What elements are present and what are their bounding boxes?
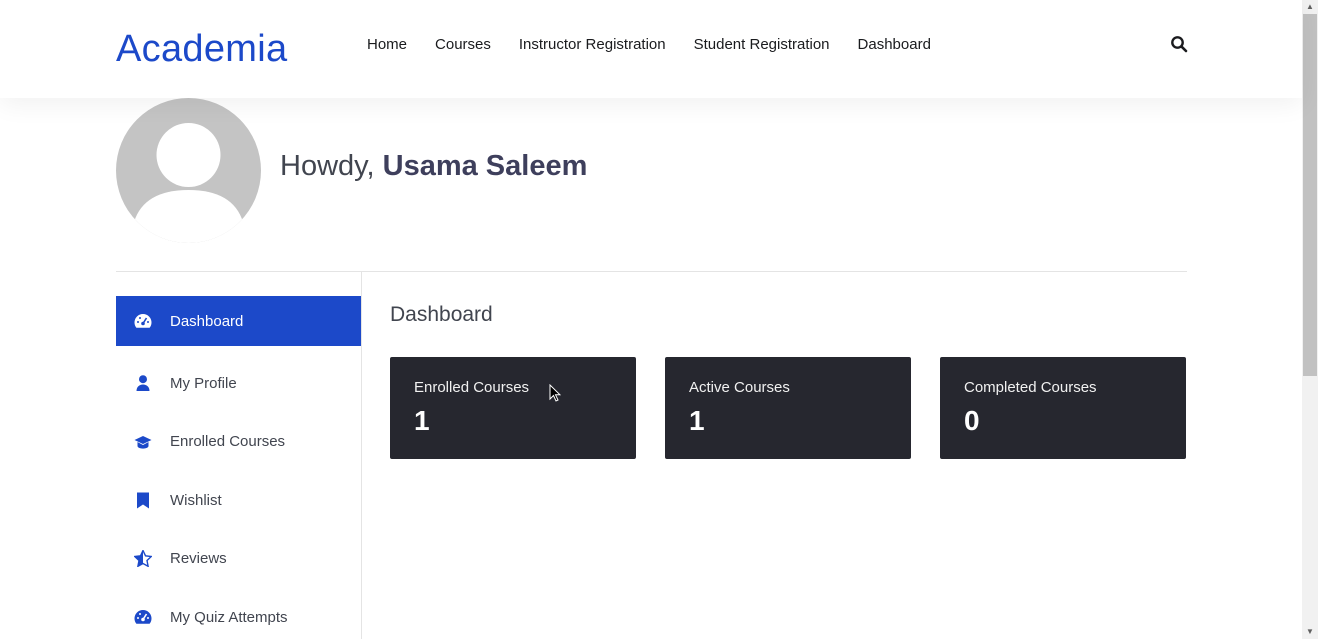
page-title: Dashboard [390, 303, 493, 326]
stat-card-enrolled: Enrolled Courses 1 [390, 357, 636, 459]
stat-card-active: Active Courses 1 [665, 357, 911, 459]
stat-card-value: 0 [964, 405, 980, 436]
stat-card-completed: Completed Courses 0 [940, 357, 1186, 459]
sidebar-item-my-profile[interactable]: My Profile [116, 354, 361, 413]
sidebar-item-reviews[interactable]: Reviews [116, 530, 361, 589]
scrollbar-thumb[interactable] [1303, 14, 1317, 376]
stat-card-value: 1 [414, 405, 430, 436]
nav-dashboard[interactable]: Dashboard [858, 36, 931, 54]
sidebar-item-wishlist[interactable]: Wishlist [116, 471, 361, 530]
site-logo[interactable]: Academia [116, 28, 287, 71]
site-header: Academia Home Courses Instructor Registr… [0, 0, 1302, 98]
sidebar-item-label: My Profile [170, 374, 237, 392]
nav-courses[interactable]: Courses [435, 36, 491, 54]
divider [116, 271, 1187, 272]
stat-card-label: Active Courses [689, 379, 790, 396]
star-half-icon [134, 550, 152, 568]
stat-card-value: 1 [689, 405, 705, 436]
search-icon[interactable] [1170, 35, 1188, 53]
nav-instructor-registration[interactable]: Instructor Registration [519, 36, 666, 54]
dashboard-icon [134, 312, 152, 330]
sidebar-item-label: Wishlist [170, 491, 222, 509]
user-icon [134, 374, 152, 392]
user-silhouette-icon [134, 123, 243, 243]
stat-card-label: Enrolled Courses [414, 379, 530, 396]
main-nav: Home Courses Instructor Registration Stu… [367, 36, 959, 54]
stat-card-label: Completed Courses [964, 379, 1097, 396]
sidebar-divider [361, 272, 362, 639]
sidebar-item-label: My Quiz Attempts [170, 608, 288, 626]
dashboard-icon [134, 608, 152, 626]
sidebar-item-enrolled-courses[interactable]: Enrolled Courses [116, 413, 361, 472]
greeting-prefix: Howdy, [280, 150, 375, 182]
greeting: Howdy, Usama Saleem [280, 150, 587, 183]
sidebar-item-label: Reviews [170, 550, 227, 568]
sidebar-item-label: Enrolled Courses [170, 433, 286, 451]
sidebar-item-my-quiz-attempts[interactable]: My Quiz Attempts [116, 588, 361, 639]
avatar [116, 98, 261, 243]
mouse-pointer-icon [549, 384, 561, 402]
scroll-up-arrow-icon[interactable]: ▲ [1302, 0, 1318, 14]
nav-student-registration[interactable]: Student Registration [694, 36, 830, 54]
bookmark-icon [134, 491, 152, 509]
scroll-down-arrow-icon[interactable]: ▼ [1302, 625, 1318, 639]
sidebar-item-dashboard[interactable]: Dashboard [116, 296, 361, 346]
dashboard-sidebar: Dashboard My Profile Enrolled Courses Wi… [116, 296, 361, 639]
user-name: Usama Saleem [382, 150, 588, 182]
nav-home[interactable]: Home [367, 36, 407, 54]
graduation-cap-icon [134, 433, 152, 451]
sidebar-item-label: Dashboard [170, 312, 244, 330]
